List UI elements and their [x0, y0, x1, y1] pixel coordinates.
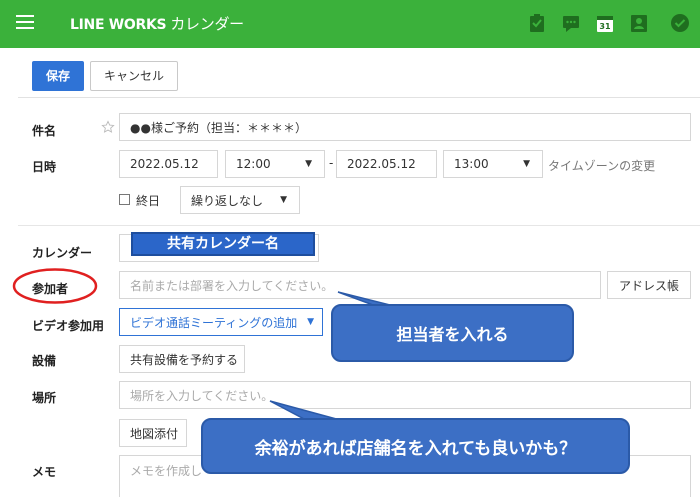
- repeat-value: 繰り返しなし: [191, 193, 264, 208]
- callout-attendee: 担当者を入れる: [331, 304, 574, 362]
- message-icon[interactable]: [561, 13, 581, 33]
- divider: [18, 225, 700, 226]
- app-section: カレンダー: [170, 15, 244, 33]
- top-bar: LINE WORKS カレンダー 31: [0, 0, 700, 48]
- video-label: ビデオ参加用: [32, 319, 105, 333]
- app-title: LINE WORKS カレンダー: [70, 13, 244, 34]
- attendees-placeholder: 名前または部署を入力してください。: [130, 278, 334, 293]
- cancel-button[interactable]: キャンセル: [90, 61, 178, 91]
- address-book-button[interactable]: アドレス帳: [607, 271, 691, 299]
- contacts-icon[interactable]: [629, 13, 649, 33]
- calendar-name-badge: 共有カレンダー名: [131, 232, 315, 256]
- repeat-select[interactable]: 繰り返しなし ▼: [180, 186, 300, 214]
- chevron-down-icon: ▼: [523, 159, 530, 169]
- location-placeholder: 場所を入力してください。: [130, 388, 274, 403]
- subject-input[interactable]: ●●様ご予約（担当：＊＊＊＊）: [119, 113, 691, 141]
- memo-label: メモ: [32, 465, 57, 479]
- calendar-label: カレンダー: [32, 246, 93, 260]
- video-value: ビデオ通話ミーティングの追加: [130, 315, 298, 330]
- end-time-select[interactable]: 13:00 ▼: [443, 150, 543, 178]
- check-circle-icon[interactable]: [670, 13, 690, 33]
- callout-location: 余裕があれば店舗名を入れても良いかも？: [201, 418, 630, 474]
- allday-label: 終日: [136, 194, 161, 208]
- start-date-value: 2022.05.12: [130, 157, 199, 171]
- location-input[interactable]: 場所を入力してください。: [119, 381, 691, 409]
- subject-value: ●●様ご予約（担当：＊＊＊＊）: [130, 120, 307, 135]
- memo-placeholder: メモを作成し: [130, 464, 203, 478]
- address-book-label: アドレス帳: [618, 278, 679, 293]
- calendar-icon[interactable]: 31: [595, 13, 615, 33]
- timezone-link[interactable]: タイムゾーンの変更: [548, 157, 655, 174]
- allday-checkbox[interactable]: [119, 194, 130, 205]
- video-select[interactable]: ビデオ通話ミーティングの追加 ▼: [119, 308, 323, 336]
- map-attach-button[interactable]: 地図添付: [119, 419, 187, 447]
- start-date-input[interactable]: 2022.05.12: [119, 150, 218, 178]
- date-range-dash: -: [329, 156, 334, 170]
- equipment-label: 設備: [32, 354, 57, 368]
- divider: [18, 97, 700, 98]
- end-time-value: 13:00: [454, 157, 489, 171]
- chevron-down-icon: ▼: [305, 159, 312, 169]
- map-attach-label: 地図添付: [130, 426, 179, 441]
- highlight-circle: [12, 268, 98, 304]
- reserve-equipment-button[interactable]: 共有設備を予約する: [119, 345, 245, 373]
- star-icon[interactable]: [101, 120, 115, 134]
- end-date-value: 2022.05.12: [347, 157, 416, 171]
- task-icon[interactable]: [527, 13, 547, 33]
- menu-icon[interactable]: [16, 15, 34, 29]
- svg-text:31: 31: [599, 22, 611, 31]
- location-label: 場所: [32, 391, 57, 405]
- datetime-label: 日時: [32, 160, 57, 174]
- end-date-input[interactable]: 2022.05.12: [336, 150, 437, 178]
- start-time-select[interactable]: 12:00 ▼: [225, 150, 325, 178]
- save-button[interactable]: 保存: [32, 61, 84, 91]
- start-time-value: 12:00: [236, 157, 271, 171]
- brand-name: LINE WORKS: [70, 17, 167, 33]
- attendees-input[interactable]: 名前または部署を入力してください。: [119, 271, 601, 299]
- subject-label: 件名: [32, 124, 57, 138]
- reserve-equipment-label: 共有設備を予約する: [130, 352, 239, 367]
- chevron-down-icon: ▼: [280, 195, 287, 205]
- chevron-down-icon: ▼: [307, 317, 314, 327]
